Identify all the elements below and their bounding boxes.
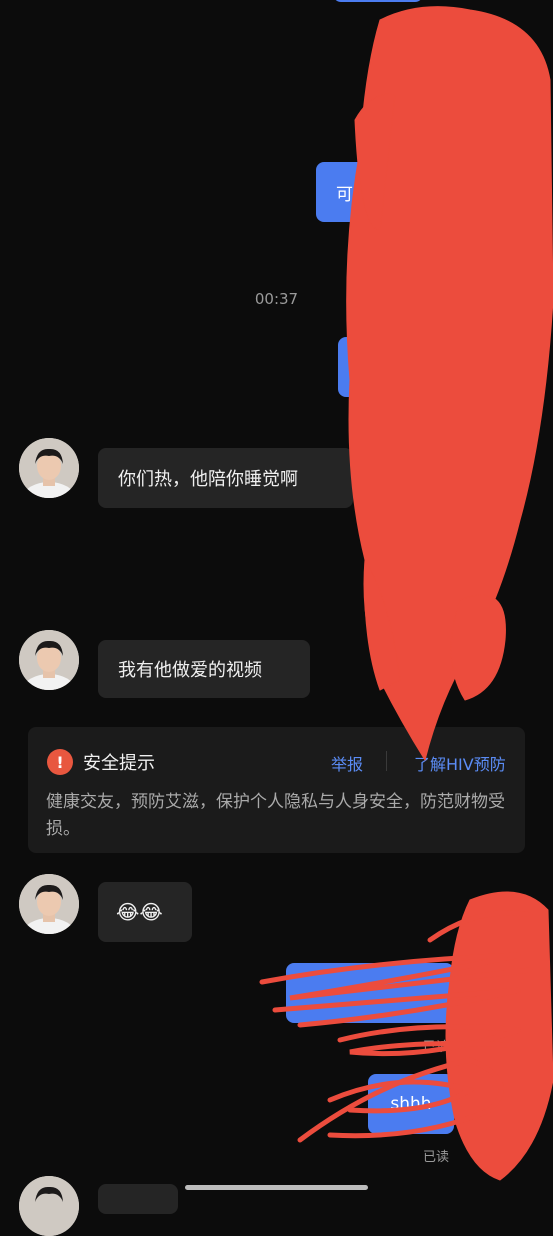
read-receipt: 已读: [423, 17, 450, 32]
incoming-message-bubble[interactable]: 😂😂: [98, 882, 192, 942]
read-receipt: 已读: [423, 242, 450, 257]
home-indicator[interactable]: [185, 1185, 368, 1190]
outgoing-message-bubble[interactable]: [286, 963, 454, 1023]
incoming-message-bubble[interactable]: 我有他做爱的视频: [98, 640, 310, 698]
safety-tip-card: ! 安全提示 举报 了解HIV预防 健康交友，预防艾滋，保护个人隐私与人身安全，…: [28, 727, 525, 853]
outgoing-message-bubble[interactable]: [333, 0, 423, 2]
contact-avatar[interactable]: [19, 630, 79, 690]
contact-avatar[interactable]: [19, 1176, 79, 1236]
outgoing-message-bubble[interactable]: shhh: [368, 1074, 454, 1134]
contact-avatar[interactable]: [19, 438, 79, 498]
learn-hiv-prevention-link[interactable]: 了解HIV预防: [414, 751, 506, 775]
divider: [386, 751, 387, 771]
outgoing-message-text: shhh: [390, 1094, 432, 1114]
contact-avatar[interactable]: [19, 874, 79, 934]
safety-tip-body: 健康交友，预防艾滋，保护个人隐私与人身安全，防范财物受损。: [46, 792, 505, 839]
incoming-message-bubble[interactable]: 你们热，他陪你睡觉啊: [98, 448, 353, 508]
outgoing-message-bubble[interactable]: [384, 52, 454, 110]
incoming-message-bubble[interactable]: [98, 1184, 178, 1214]
read-receipt: 已读: [423, 136, 450, 151]
read-receipt: 已读: [423, 1150, 450, 1165]
outgoing-message-bubble[interactable]: 可: [316, 162, 456, 222]
warning-icon: !: [47, 749, 73, 775]
incoming-message-text: 😂😂: [116, 900, 163, 924]
outgoing-message-bubble[interactable]: [338, 337, 458, 397]
read-receipt: 已读: [423, 1040, 450, 1055]
report-link[interactable]: 举报: [331, 751, 363, 775]
outgoing-message-text: 可: [336, 184, 353, 205]
timestamp: 00:37: [254, 290, 299, 308]
redaction-scribble: [259, 6, 553, 1181]
safety-tip-title: 安全提示: [83, 753, 155, 774]
incoming-message-text: 你们热，他陪你睡觉啊: [118, 469, 298, 490]
incoming-message-text: 我有他做爱的视频: [118, 660, 262, 681]
